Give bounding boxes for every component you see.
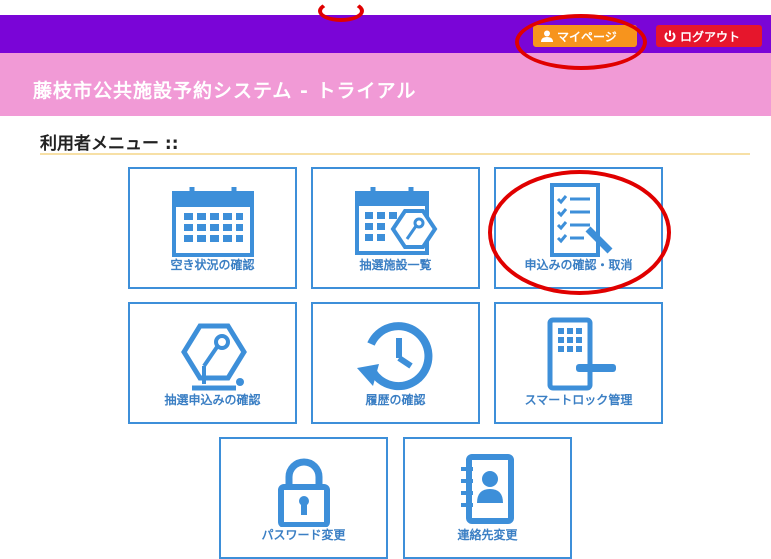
tile-label: 空き状況の確認 — [170, 258, 255, 272]
tile-contact-change[interactable]: 連絡先変更 — [403, 437, 572, 559]
calendar-icon — [171, 187, 254, 257]
tile-label: 連絡先変更 — [457, 528, 518, 542]
menu-title-divider — [40, 153, 750, 155]
tile-label: 抽選申込みの確認 — [164, 393, 261, 407]
site-title: 藤枝市公共施設予約システム - トライアル — [33, 80, 417, 102]
address-book-icon — [460, 454, 514, 524]
logout-label: ログアウト — [680, 29, 741, 44]
tile-label: パスワード変更 — [261, 528, 346, 542]
power-icon — [664, 30, 676, 42]
tile-password-change[interactable]: パスワード変更 — [219, 437, 388, 559]
history-icon — [356, 322, 432, 391]
annotation-circle-top — [318, 0, 364, 22]
menu-title: 利用者メニュー :: — [40, 134, 179, 154]
tile-label: 履歴の確認 — [365, 393, 426, 407]
lottery-calendar-icon — [354, 187, 437, 255]
tile-availability[interactable]: 空き状況の確認 — [128, 167, 297, 289]
annotation-circle-mypage — [515, 14, 647, 70]
tile-label: 抽選施設一覧 — [359, 258, 432, 272]
annotation-circle-application-check — [488, 170, 671, 295]
lottery-icon — [180, 323, 247, 391]
logout-button[interactable]: ログアウト — [656, 25, 762, 47]
tile-lottery-check[interactable]: 抽選申込みの確認 — [128, 302, 297, 424]
padlock-icon — [277, 458, 330, 527]
tile-lottery-facilities[interactable]: 抽選施設一覧 — [311, 167, 480, 289]
tile-smart-lock[interactable]: スマートロック管理 — [494, 302, 663, 424]
smart-lock-icon — [547, 317, 616, 391]
tile-label: スマートロック管理 — [524, 393, 633, 407]
tile-history[interactable]: 履歴の確認 — [311, 302, 480, 424]
